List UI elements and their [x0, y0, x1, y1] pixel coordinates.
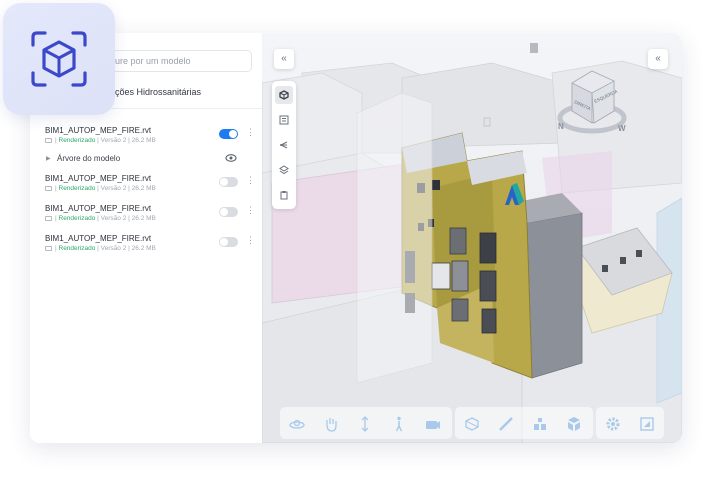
svg-text:W: W [618, 124, 626, 133]
tools-toolbar [455, 407, 593, 439]
viewer-app: ure por um modelo ções Hidrossanitárias … [30, 33, 682, 443]
model-file-item[interactable]: BIM1_AUTOP_MEP_FIRE.rvt | Renderizado | … [45, 174, 255, 198]
model-file-item[interactable]: BIM1_AUTOP_MEP_FIRE.rvt | Renderizado | … [45, 204, 255, 228]
model-tree-row[interactable]: ▶ Árvore do modelo [45, 154, 255, 166]
model-browser-icon[interactable] [565, 415, 583, 433]
settings-toolbar [596, 407, 664, 439]
file-version: Versão 2 [100, 245, 127, 252]
more-options-icon[interactable]: ⋮ [246, 128, 255, 137]
model-tree-label: Árvore do modelo [57, 154, 121, 163]
model-file-item[interactable]: BIM1_AUTOP_MEP_FIRE.rvt | Renderizado | … [45, 234, 255, 258]
caret-right-icon[interactable]: ▶ [46, 155, 51, 162]
navigation-toolbar [280, 407, 452, 439]
file-size: 26.2 MB [131, 185, 156, 192]
pan-icon[interactable] [322, 415, 340, 433]
file-size: 26.2 MB [131, 215, 156, 222]
visibility-toggle[interactable] [219, 129, 238, 139]
file-status: Renderizado [58, 185, 96, 192]
file-version: Versão 2 [100, 215, 127, 222]
folder-icon [45, 186, 52, 191]
file-status: Renderizado [58, 137, 96, 144]
file-meta: | Renderizado | Versão 2 | 26.2 MB [45, 245, 156, 252]
file-status: Renderizado [58, 245, 96, 252]
cube-scan-icon [31, 31, 87, 87]
file-status: Renderizado [58, 215, 96, 222]
3d-viewport[interactable]: DIREITA ESQUERDA N W « « [262, 33, 682, 443]
file-meta: | Renderizado | Versão 2 | 26.2 MB [45, 137, 156, 144]
tree-icon[interactable] [275, 136, 293, 154]
collapse-panel-button[interactable]: « [648, 49, 668, 69]
file-version: Versão 2 [100, 185, 127, 192]
file-meta: | Renderizado | Versão 2 | 26.2 MB [45, 185, 156, 192]
model-icon[interactable] [275, 86, 293, 104]
zoom-icon[interactable] [356, 415, 374, 433]
properties-icon[interactable] [275, 111, 293, 129]
model-file-item[interactable]: BIM1_AUTOP_MEP_FIRE.rvt | Renderizado | … [45, 126, 255, 150]
file-name: BIM1_AUTOP_MEP_FIRE.rvt [45, 174, 152, 183]
folder-title: ções Hidrossanitárias [115, 87, 202, 97]
orbit-icon[interactable] [288, 415, 306, 433]
walk-icon[interactable] [390, 415, 408, 433]
visibility-toggle[interactable] [219, 237, 238, 247]
file-meta: | Renderizado | Versão 2 | 26.2 MB [45, 215, 156, 222]
fullscreen-icon[interactable] [638, 415, 656, 433]
eye-icon[interactable] [225, 153, 237, 163]
clipboard-icon[interactable] [275, 186, 293, 204]
measure-icon[interactable] [497, 415, 515, 433]
collapse-sidebar-button[interactable]: « [274, 49, 294, 69]
file-version: Versão 2 [100, 137, 127, 144]
file-size: 26.2 MB [131, 245, 156, 252]
folder-icon [45, 138, 52, 143]
file-size: 26.2 MB [131, 137, 156, 144]
settings-icon[interactable] [604, 415, 622, 433]
section-box-icon[interactable] [463, 415, 481, 433]
file-name: BIM1_AUTOP_MEP_FIRE.rvt [45, 204, 152, 213]
more-options-icon[interactable]: ⋮ [246, 236, 255, 245]
visibility-toggle[interactable] [219, 177, 238, 187]
folder-icon [45, 216, 52, 221]
more-options-icon[interactable]: ⋮ [246, 176, 255, 185]
camera-icon[interactable] [424, 415, 442, 433]
vertical-toolbar [272, 81, 296, 209]
app-badge [3, 3, 115, 115]
visibility-toggle[interactable] [219, 207, 238, 217]
layers-icon[interactable] [275, 161, 293, 179]
explode-icon[interactable] [531, 415, 549, 433]
stage: ure por um modelo ções Hidrossanitárias … [0, 0, 722, 479]
folder-icon [45, 246, 52, 251]
file-name: BIM1_AUTOP_MEP_FIRE.rvt [45, 126, 152, 135]
svg-text:N: N [558, 122, 564, 131]
file-name: BIM1_AUTOP_MEP_FIRE.rvt [45, 234, 152, 243]
more-options-icon[interactable]: ⋮ [246, 206, 255, 215]
building-model-scene[interactable]: DIREITA ESQUERDA N W [262, 33, 682, 443]
